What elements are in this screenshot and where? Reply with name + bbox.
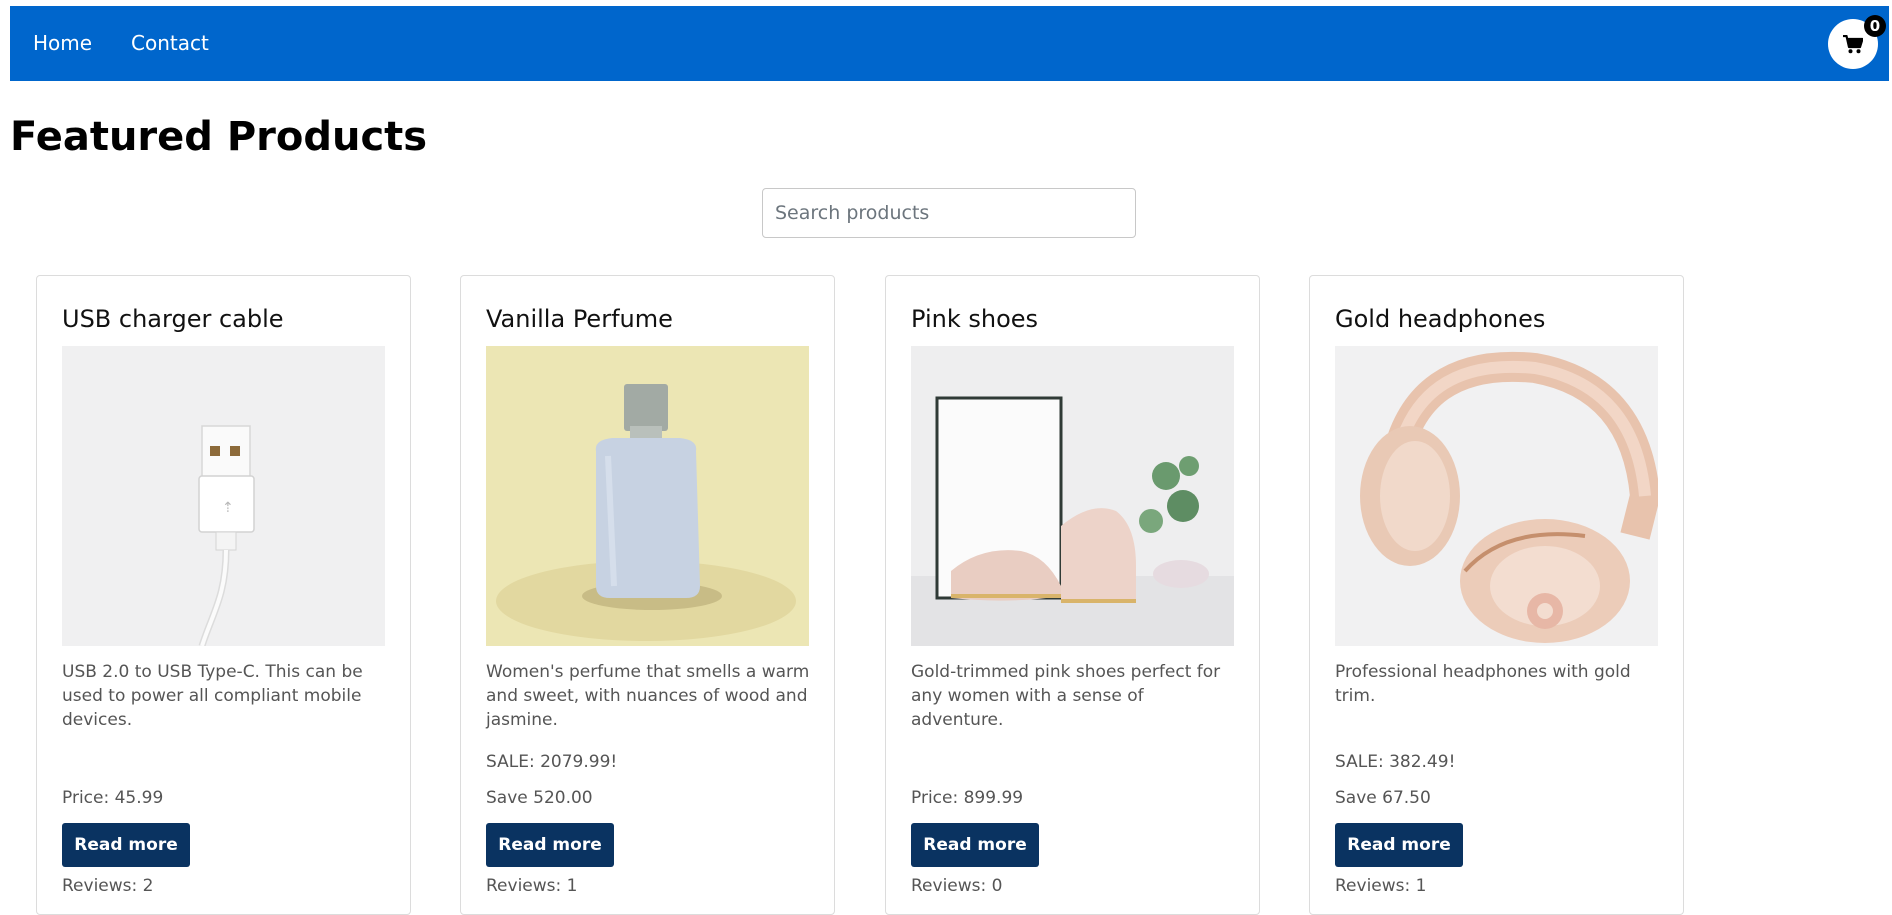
product-description: USB 2.0 to USB Type-C. This can be used …: [62, 662, 363, 730]
product-reviews: Reviews: 0: [911, 876, 1003, 896]
product-title: Gold headphones: [1335, 305, 1546, 333]
product-card: Pink shoes Gold-trimmed pink shoes perfe…: [885, 275, 1260, 915]
product-description: Gold-trimmed pink shoes perfect for any …: [911, 662, 1221, 730]
product-title: Pink shoes: [911, 305, 1039, 333]
usb-cable-image: ⇡: [62, 346, 385, 646]
product-sale-price: SALE: 382.49!: [1335, 752, 1456, 772]
gold-headphones-image: [1335, 346, 1658, 646]
search-input[interactable]: [762, 188, 1136, 238]
product-reviews: Reviews: 1: [486, 876, 578, 896]
read-more-button[interactable]: Read more: [486, 823, 614, 867]
product-price: Price: 899.99: [911, 788, 1024, 808]
product-card: USB charger cable ⇡ USB 2.0 to USB Type-…: [36, 275, 411, 915]
perfume-bottle-image: [486, 346, 809, 646]
product-sale-price: SALE: 2079.99!: [486, 752, 618, 772]
product-savings: Save 520.00: [486, 788, 593, 808]
product-title: USB charger cable: [62, 305, 284, 333]
pink-shoes-image: [911, 346, 1234, 646]
product-savings: Save 67.50: [1335, 788, 1431, 808]
product-reviews: Reviews: 2: [62, 876, 154, 896]
product-reviews: Reviews: 1: [1335, 876, 1427, 896]
read-more-button[interactable]: Read more: [62, 823, 190, 867]
nav-home-link[interactable]: Home: [33, 6, 92, 81]
cart-icon: [1843, 35, 1863, 54]
product-title: Vanilla Perfume: [486, 305, 673, 333]
product-price: Price: 45.99: [62, 788, 164, 808]
product-description: Professional headphones with gold trim.: [1335, 662, 1631, 706]
product-description: Women's perfume that smells a warm and s…: [486, 662, 810, 730]
page-title: Featured Products: [10, 114, 428, 160]
cart-count-badge: 0: [1864, 15, 1886, 37]
nav-contact-link[interactable]: Contact: [131, 6, 209, 81]
navbar: Home Contact 0: [10, 6, 1889, 81]
product-card: Vanilla Perfume Women's perfume that sme…: [460, 275, 835, 915]
product-card: Gold headphones Professional headphones …: [1309, 275, 1684, 915]
read-more-button[interactable]: Read more: [911, 823, 1039, 867]
svg-text:⇡: ⇡: [222, 500, 234, 516]
read-more-button[interactable]: Read more: [1335, 823, 1463, 867]
